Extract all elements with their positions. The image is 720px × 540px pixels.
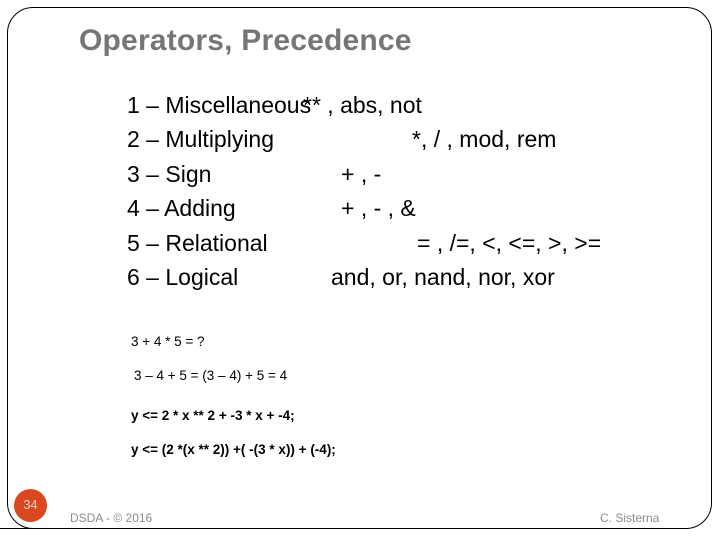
precedence-operators: and, or, nand, nor, xor — [331, 263, 555, 290]
example-expression: y <= (2 *(x ** 2)) +( -(3 * x)) + (-4); — [131, 442, 336, 457]
precedence-operators: = , /=, <, <=, >, >= — [417, 229, 602, 256]
footer-divider — [0, 528, 660, 529]
precedence-level-label: 6 – Logical — [127, 263, 239, 290]
precedence-operators: + , - — [341, 160, 382, 187]
footer-author: C. Sisterna — [600, 511, 660, 525]
precedence-row: 3 – Sign + , - — [0, 161, 720, 195]
precedence-operators: ** , abs, not — [303, 92, 422, 118]
example-expression: 3 – 4 + 5 = (3 – 4) + 5 = 4 — [134, 368, 288, 383]
precedence-row: 5 – Relational = , /=, <, <=, >, >= — [0, 230, 720, 264]
precedence-level-label: 5 – Relational — [127, 229, 268, 256]
example-expression: y <= 2 * x ** 2 + -3 * x + -4; — [131, 408, 295, 423]
precedence-level-label: 2 – Multiplying — [127, 126, 275, 153]
precedence-row: 4 – Adding + , - , & — [0, 195, 720, 229]
precedence-row: 1 – Miscellaneous ** , abs, not — [0, 92, 720, 126]
precedence-operators: + , - , & — [341, 195, 416, 222]
precedence-row: 6 – Logical and, or, nand, nor, xor — [0, 264, 720, 298]
example-expression: 3 + 4 * 5 = ? — [131, 334, 205, 349]
operator-precedence-list: 1 – Miscellaneous ** , abs, not 2 – Multip… — [0, 92, 720, 298]
precedence-level-label: 1 – Miscellaneous — [127, 92, 312, 118]
precedence-operators: *, / , mod, rem — [412, 126, 557, 153]
footer-copyright: DSDA - © 2016 — [70, 511, 153, 525]
precedence-level-label: 4 – Adding — [127, 195, 236, 222]
precedence-row: 2 – Multiplying *, / , mod, rem — [0, 126, 720, 160]
precedence-level-label: 3 – Sign — [127, 160, 212, 187]
page-title: Operators, Precedence — [79, 24, 412, 57]
page-number-badge: 34 — [14, 489, 47, 522]
